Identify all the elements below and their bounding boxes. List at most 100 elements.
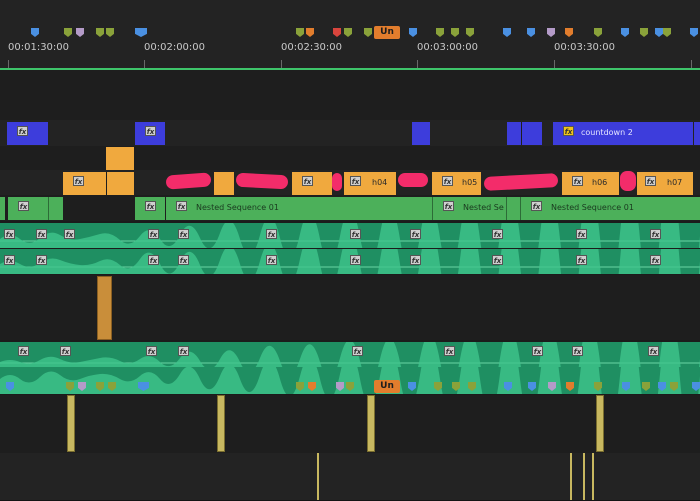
fx-badge: fx (266, 255, 277, 265)
video-clip[interactable] (412, 122, 430, 145)
fx-badge: fx (64, 229, 75, 239)
clip-h07[interactable]: fx h07 (637, 172, 693, 195)
clip-h05[interactable]: fx h05 (432, 172, 481, 195)
fx-badge: fx (531, 201, 542, 211)
fx-badge: fx (36, 255, 47, 265)
clip-label: h07 (667, 178, 683, 187)
timeline-marker[interactable] (306, 28, 314, 37)
fx-badge: fx (145, 201, 156, 211)
video-clip[interactable]: fx (7, 122, 48, 145)
timeline-marker[interactable] (333, 28, 341, 37)
timeline-marker[interactable] (451, 28, 459, 37)
timeline-marker[interactable] (690, 28, 698, 37)
fx-badge: fx (18, 346, 29, 356)
audio-edit-line[interactable] (583, 453, 585, 500)
timeline-marker[interactable] (64, 28, 72, 37)
nested-sequence-clip[interactable] (0, 197, 5, 220)
video-clip[interactable]: fx (292, 172, 332, 195)
timeline-marker[interactable] (527, 28, 535, 37)
audio-transition[interactable] (217, 395, 225, 452)
timeline-marker[interactable] (565, 28, 573, 37)
audio-transition[interactable] (596, 395, 604, 452)
clip-h04[interactable]: fx h04 (344, 172, 396, 195)
video-clip[interactable] (106, 172, 134, 195)
video-clip[interactable] (521, 122, 542, 145)
clip-h06[interactable]: fx h06 (562, 172, 619, 195)
timeline-marker[interactable] (135, 28, 147, 37)
video-clip[interactable] (694, 122, 700, 145)
audio-current-marker[interactable]: Un (374, 380, 400, 393)
audio-track[interactable] (0, 395, 700, 454)
audio-edit-line[interactable] (570, 453, 572, 500)
video-track-empty[interactable] (0, 96, 700, 121)
timeline-marker[interactable] (96, 28, 104, 37)
nested-sequence-clip[interactable]: fx (8, 197, 48, 220)
timeline-marker[interactable] (640, 28, 648, 37)
fx-badge: fx (178, 229, 189, 239)
timeline-marker[interactable] (594, 28, 602, 37)
fx-badge: fx (266, 229, 277, 239)
fx-badge: fx (645, 176, 656, 186)
fx-badge: fx (176, 201, 187, 211)
fx-badge: fx (302, 176, 313, 186)
audio-transition[interactable] (367, 395, 375, 452)
audio-clip-band[interactable] (0, 342, 700, 367)
nested-sequence-clip[interactable]: fx Nested Se (432, 197, 506, 220)
audio-transition[interactable] (97, 276, 112, 340)
timeline-marker[interactable] (621, 28, 629, 37)
timeline-marker[interactable] (76, 28, 84, 37)
fx-badge: fx (350, 176, 361, 186)
timeline-marker[interactable] (409, 28, 417, 37)
video-clip[interactable] (507, 122, 521, 145)
redaction-scribble (332, 173, 342, 191)
nested-sequence-clip[interactable] (506, 197, 520, 220)
timeline-marker[interactable] (436, 28, 444, 37)
fx-badge: fx (352, 346, 363, 356)
nested-sequence-clip[interactable]: fx Nested Sequence 01 (166, 197, 432, 220)
timeline-marker[interactable] (466, 28, 474, 37)
timeline-marker[interactable] (296, 28, 304, 37)
fx-badge: fx (650, 229, 661, 239)
current-marker[interactable]: Un (374, 26, 400, 39)
nested-sequence-clip[interactable] (48, 197, 63, 220)
fx-badge: fx (148, 255, 159, 265)
fx-badge: fx (648, 346, 659, 356)
clip-label: Nested Sequence 01 (551, 203, 634, 212)
timeline-marker[interactable] (364, 28, 372, 37)
nested-sequence-clip[interactable]: fx Nested Sequence 01 (520, 197, 700, 220)
clip-label: Nested Sequence 01 (196, 203, 279, 212)
audio-edit-line[interactable] (592, 453, 594, 500)
fx-badge: fx (532, 346, 543, 356)
countdown-clip[interactable]: fx countdown 2 (553, 122, 693, 145)
timeline-marker[interactable] (31, 28, 39, 37)
timeline-marker[interactable] (344, 28, 352, 37)
video-clip[interactable] (214, 172, 234, 195)
audio-edit-line[interactable] (317, 453, 319, 500)
video-track[interactable] (0, 146, 700, 171)
video-clip[interactable] (106, 147, 134, 170)
clip-label: h04 (372, 178, 388, 187)
timeline-marker[interactable] (655, 28, 663, 37)
video-clip[interactable]: fx (135, 122, 165, 145)
nested-sequence-clip[interactable]: fx (135, 197, 165, 220)
timeline-marker[interactable] (503, 28, 511, 37)
fx-badge: fx (492, 229, 503, 239)
fx-badge: fx (18, 201, 29, 211)
fx-badge: fx (146, 346, 157, 356)
timeline-marker[interactable] (547, 28, 555, 37)
fx-badge: fx (350, 255, 361, 265)
timeline-marker[interactable] (106, 28, 114, 37)
fx-badge: fx (650, 255, 661, 265)
redaction-scribble (620, 171, 636, 191)
audio-transition[interactable] (67, 395, 75, 452)
audio-track[interactable] (0, 453, 700, 501)
fx-badge: fx (4, 255, 15, 265)
video-track-empty[interactable] (0, 70, 700, 97)
fx-badge: fx (36, 229, 47, 239)
fx-badge: fx (576, 255, 587, 265)
fx-badge: fx (444, 346, 455, 356)
timecode-label: 00:02:00:00 (144, 42, 206, 53)
time-ruler[interactable]: 00:01:30:00 00:02:00:00 00:02:30:00 00:0… (0, 0, 700, 70)
video-clip[interactable]: fx (63, 172, 106, 195)
timeline-marker[interactable] (663, 28, 671, 37)
